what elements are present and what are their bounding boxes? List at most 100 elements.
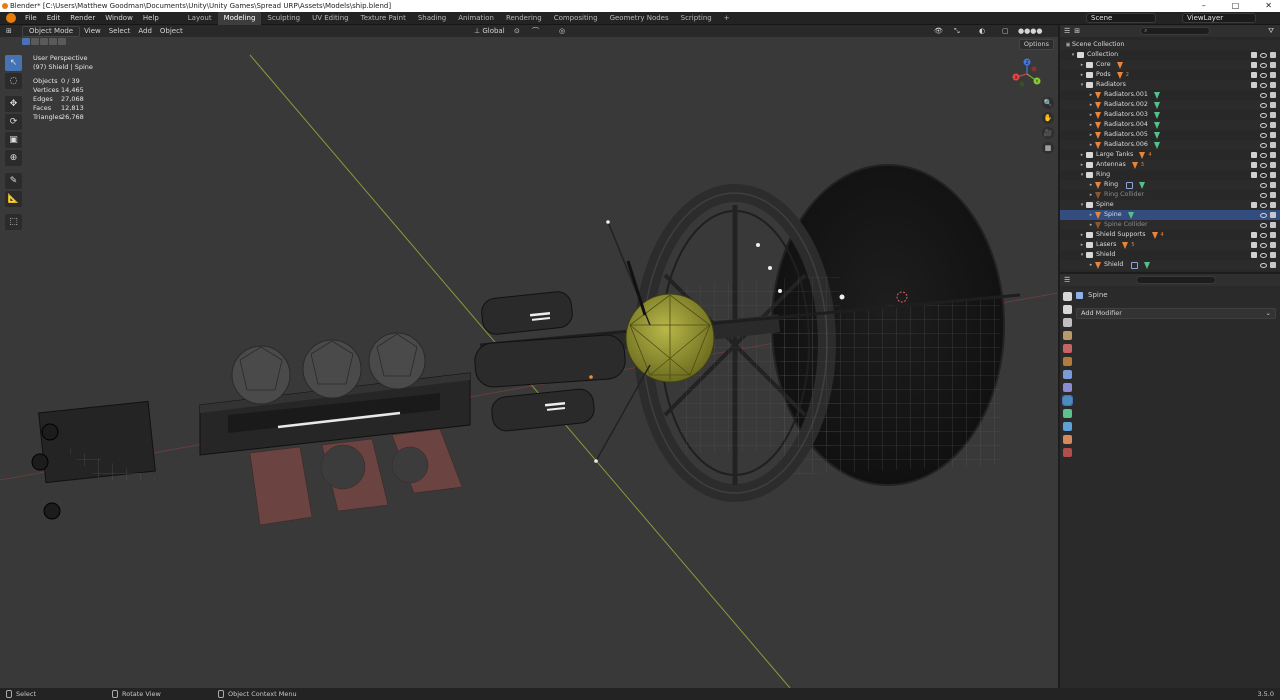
- expand-toggle-icon[interactable]: ▾: [1069, 50, 1077, 60]
- outliner-row[interactable]: ▸ Shield Supports 4: [1060, 230, 1280, 240]
- camera-view-icon[interactable]: 🎥: [1042, 127, 1054, 139]
- rotate-tool-icon[interactable]: ⟳: [5, 114, 22, 130]
- annotate-tool-icon[interactable]: ✎: [5, 173, 22, 189]
- tab-sculpting[interactable]: Sculpting: [261, 12, 306, 25]
- expand-toggle-icon[interactable]: ▸: [1087, 220, 1095, 230]
- visibility-eye-icon[interactable]: [1260, 62, 1267, 68]
- tab-rendering[interactable]: Rendering: [500, 12, 548, 25]
- render-camera-icon[interactable]: [1270, 252, 1276, 258]
- tab-layout[interactable]: Layout: [182, 12, 218, 25]
- tab-animation[interactable]: Animation: [452, 12, 500, 25]
- cursor-tool-icon[interactable]: ◌: [5, 73, 22, 89]
- outliner-row[interactable]: ▸ Lasers 5: [1060, 240, 1280, 250]
- visibility-eye-icon[interactable]: [1260, 192, 1267, 198]
- properties-editor-icon[interactable]: ☰: [1064, 276, 1070, 284]
- move-tool-icon[interactable]: ✥: [5, 96, 22, 112]
- visibility-eye-icon[interactable]: [1260, 102, 1267, 108]
- select-extend-icon[interactable]: [31, 38, 39, 45]
- view-layer-tab-icon[interactable]: [1062, 331, 1072, 340]
- expand-toggle-icon[interactable]: ▸: [1078, 60, 1086, 70]
- expand-toggle-icon[interactable]: ▸: [1087, 140, 1095, 150]
- outliner-row[interactable]: ▸ Radiators.006: [1060, 140, 1280, 150]
- overlays-icon[interactable]: ◐: [975, 25, 989, 37]
- visibility-eye-icon[interactable]: [1260, 262, 1267, 268]
- close-button[interactable]: ✕: [1265, 0, 1272, 12]
- render-camera-icon[interactable]: [1270, 172, 1276, 178]
- render-camera-icon[interactable]: [1270, 52, 1276, 58]
- render-tab-icon[interactable]: [1062, 305, 1072, 314]
- data-tab-icon[interactable]: [1062, 448, 1072, 457]
- menu-view[interactable]: View: [80, 25, 105, 37]
- expand-toggle-icon[interactable]: ▸: [1087, 130, 1095, 140]
- expand-toggle-icon[interactable]: ▸: [1087, 120, 1095, 130]
- tool-tab-icon[interactable]: [1062, 292, 1072, 301]
- visibility-eye-icon[interactable]: [1260, 52, 1267, 58]
- expand-toggle-icon[interactable]: ▸: [1087, 260, 1095, 270]
- outliner-row[interactable]: ▸ Radiators.002: [1060, 100, 1280, 110]
- render-camera-icon[interactable]: [1270, 92, 1276, 98]
- collection-tab-icon[interactable]: [1062, 370, 1072, 379]
- render-camera-icon[interactable]: [1270, 152, 1276, 158]
- render-camera-icon[interactable]: [1270, 162, 1276, 168]
- render-camera-icon[interactable]: [1270, 102, 1276, 108]
- render-camera-icon[interactable]: [1270, 62, 1276, 68]
- outliner-row[interactable]: ▸ Ring: [1060, 180, 1280, 190]
- zoom-icon[interactable]: 🔍: [1042, 97, 1054, 109]
- filter-icon[interactable]: ⛛: [1268, 27, 1274, 36]
- pivot-icon[interactable]: ⊙: [510, 25, 524, 37]
- editor-type-icon[interactable]: ⊞: [2, 25, 16, 37]
- visibility-eye-icon[interactable]: [1260, 112, 1267, 118]
- exclude-checkbox[interactable]: [1251, 162, 1257, 168]
- visibility-eye-icon[interactable]: [1260, 152, 1267, 158]
- outliner-row[interactable]: ▸ Core: [1060, 60, 1280, 70]
- render-camera-icon[interactable]: [1270, 112, 1276, 118]
- visibility-eye-icon[interactable]: [1260, 142, 1267, 148]
- outliner-row[interactable]: ▾ Collection: [1060, 50, 1280, 60]
- visibility-eye-icon[interactable]: [1260, 182, 1267, 188]
- outliner-row[interactable]: ▾ Spine: [1060, 200, 1280, 210]
- visibility-eye-icon[interactable]: [1260, 72, 1267, 78]
- exclude-checkbox[interactable]: [1251, 152, 1257, 158]
- expand-toggle-icon[interactable]: ▾: [1078, 200, 1086, 210]
- gizmo-toggle-icon[interactable]: ⤡: [950, 25, 964, 37]
- exclude-checkbox[interactable]: [1251, 242, 1257, 248]
- exclude-checkbox[interactable]: [1251, 82, 1257, 88]
- render-camera-icon[interactable]: [1270, 72, 1276, 78]
- world-tab-icon[interactable]: [1062, 357, 1072, 366]
- properties-search-input[interactable]: [1136, 276, 1217, 284]
- maximize-button[interactable]: □: [1232, 0, 1240, 12]
- expand-toggle-icon[interactable]: ▸: [1078, 160, 1086, 170]
- outliner-editor-icon[interactable]: ☰: [1064, 27, 1070, 35]
- visibility-eye-icon[interactable]: [1260, 122, 1267, 128]
- render-camera-icon[interactable]: [1270, 132, 1276, 138]
- visibility-eye-icon[interactable]: [1260, 222, 1267, 228]
- menu-add[interactable]: Add: [134, 25, 156, 37]
- outliner-row[interactable]: ▾ Ring: [1060, 170, 1280, 180]
- add-modifier-button[interactable]: Add Modifier ⌄: [1076, 308, 1276, 319]
- outliner-row[interactable]: ▸ Radiators.004: [1060, 120, 1280, 130]
- transform-orientation[interactable]: ⊥ Global: [470, 25, 509, 37]
- physics-tab-icon[interactable]: [1062, 422, 1072, 431]
- constraints-tab-icon[interactable]: [1062, 435, 1072, 444]
- outliner-row[interactable]: ▸ Radiators.005: [1060, 130, 1280, 140]
- exclude-checkbox[interactable]: [1251, 202, 1257, 208]
- render-camera-icon[interactable]: [1270, 232, 1276, 238]
- outliner-row[interactable]: ▸ Spine Collider: [1060, 220, 1280, 230]
- mode-selector[interactable]: Object Mode: [22, 25, 81, 37]
- expand-toggle-icon[interactable]: ▸: [1087, 210, 1095, 220]
- outliner-row[interactable]: ▸ Antennas 3: [1060, 160, 1280, 170]
- expand-toggle-icon[interactable]: ▸: [1087, 180, 1095, 190]
- tab-scripting[interactable]: Scripting: [675, 12, 718, 25]
- menu-render[interactable]: Render: [65, 12, 100, 25]
- select-subtract-icon[interactable]: [40, 38, 48, 45]
- outliner-row[interactable]: ▸ Spine: [1060, 210, 1280, 220]
- render-camera-icon[interactable]: [1270, 262, 1276, 268]
- 3d-viewport[interactable]: ⊞ Object Mode View Select Add Object ⊥ G…: [0, 25, 1058, 688]
- exclude-checkbox[interactable]: [1251, 232, 1257, 238]
- render-camera-icon[interactable]: [1270, 82, 1276, 88]
- exclude-checkbox[interactable]: [1251, 252, 1257, 258]
- outliner-row[interactable]: ▸ Shield: [1060, 260, 1280, 270]
- shading-modes-icon[interactable]: ●●●●: [1014, 25, 1046, 37]
- visibility-eye-icon[interactable]: [1260, 252, 1267, 258]
- select-new-icon[interactable]: [22, 38, 30, 45]
